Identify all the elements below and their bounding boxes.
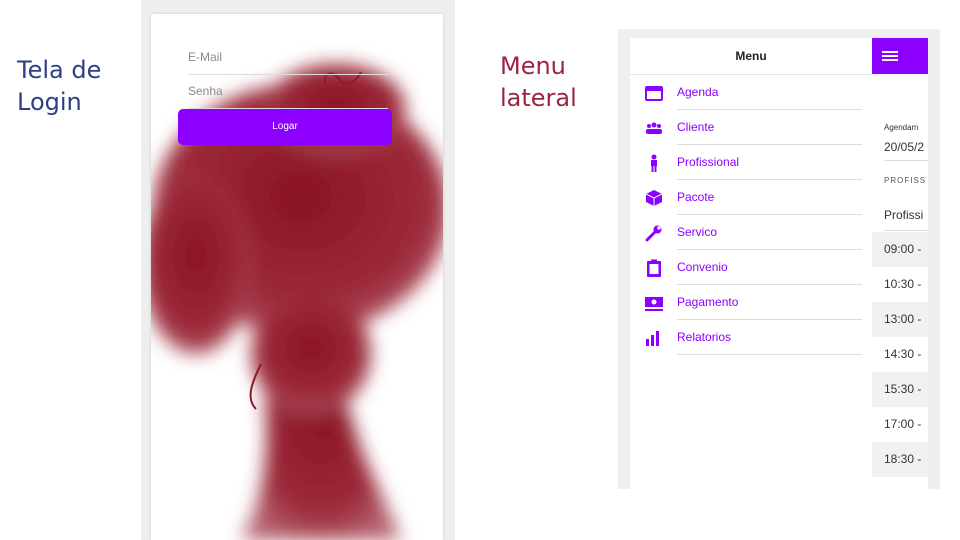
email-field[interactable]: E-Mail [188,42,388,75]
bar-chart-icon [646,331,659,346]
menu-item-agenda[interactable]: Agenda [630,75,872,110]
menu-screen-label: Menu lateral [500,50,610,114]
hamburger-icon-line [882,59,898,61]
time-slot-label: 09:00 - [884,242,922,256]
time-slot[interactable]: 17:00 - [872,407,928,442]
menu-item-relatorios[interactable]: Relatorios [630,320,872,355]
hamburger-icon-line [882,51,898,53]
divider [884,160,928,161]
time-slot-label: 18:30 - [884,452,922,466]
menu-item-pagamento[interactable]: Pagamento [630,285,872,320]
side-menu-panel: Menu Agenda Cliente Profissional Pacote … [630,38,872,489]
date-field[interactable]: 20/05/2 [884,140,924,154]
hamburger-icon-line [882,55,898,57]
menu-item-label: Cliente [677,120,715,134]
menu-item-pacote[interactable]: Pacote [630,180,872,215]
time-slot-label: 17:00 - [884,417,922,431]
menu-item-label: Relatorios [677,330,732,344]
users-icon [646,122,662,134]
email-placeholder: E-Mail [188,50,223,64]
login-screen: E-Mail Senha Logar [151,14,443,540]
time-slot[interactable]: 09:00 - [872,232,928,267]
profissional-select[interactable]: Profissi [884,208,923,222]
login-screen-label: Tela de Login [17,54,127,118]
menu-label-line2: lateral [500,84,577,112]
time-slot[interactable]: 18:30 - [872,442,928,477]
package-icon [645,190,663,206]
calendar-icon [645,86,663,101]
time-slot[interactable]: 15:30 - [872,372,928,407]
divider [884,230,928,231]
menu-label-line1: Menu [500,52,566,80]
menu-screen: Menu Agenda Cliente Profissional Pacote … [618,29,940,489]
person-icon [651,154,657,172]
login-label-line2: Login [17,88,82,116]
main-content-peek: Agendam 20/05/2 PROFISS Profissi 09:00 -… [872,38,928,489]
password-placeholder: Senha [188,84,223,98]
time-slot-label: 15:30 - [884,382,922,396]
time-slot[interactable]: 14:30 - [872,337,928,372]
profissional-header: PROFISS [884,176,927,185]
agenda-label: Agendam [884,123,919,132]
money-icon [645,297,663,311]
password-field[interactable]: Senha [188,76,388,109]
login-label-line1: Tela de [17,56,102,84]
hamburger-menu-button[interactable] [872,38,928,74]
time-slot-label: 10:30 - [884,277,922,291]
time-slot-label: 13:00 - [884,312,922,326]
menu-item-cliente[interactable]: Cliente [630,110,872,145]
menu-item-label: Convenio [677,260,728,274]
menu-title: Menu [630,38,872,75]
time-slot-label: 14:30 - [884,347,922,361]
menu-item-label: Profissional [677,155,740,169]
menu-item-label: Pacote [677,190,715,204]
wrench-icon [645,225,662,242]
time-slot[interactable]: 13:00 - [872,302,928,337]
menu-item-label: Servico [677,225,718,239]
menu-item-convenio[interactable]: Convenio [630,250,872,285]
menu-item-label: Agenda [677,85,719,99]
divider [677,354,862,355]
login-button[interactable]: Logar [178,109,392,145]
clipboard-icon [647,259,661,277]
menu-item-label: Pagamento [677,295,739,309]
menu-item-profissional[interactable]: Profissional [630,145,872,180]
time-slot[interactable]: 10:30 - [872,267,928,302]
menu-item-servico[interactable]: Servico [630,215,872,250]
